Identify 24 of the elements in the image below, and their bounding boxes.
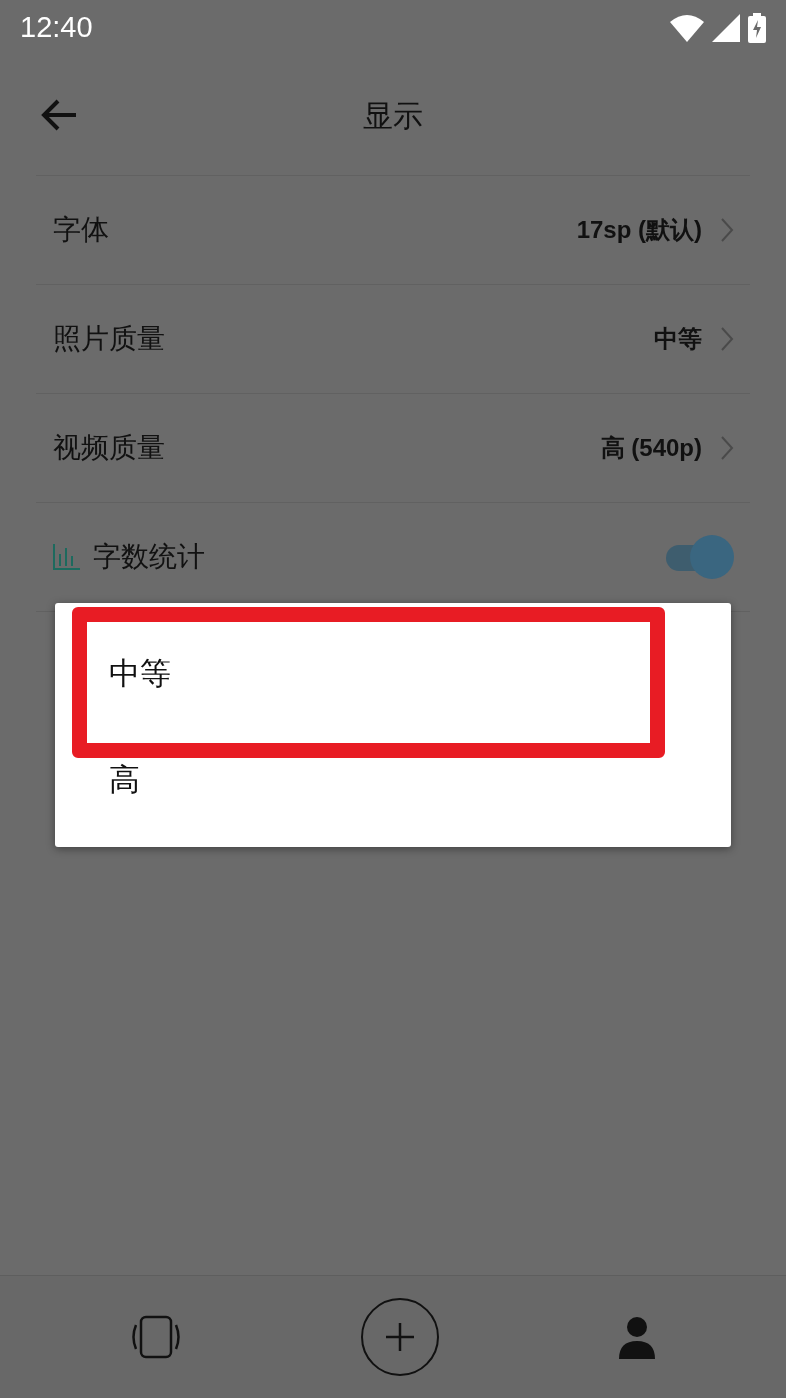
menu-item[interactable]: 中等 [55, 620, 731, 726]
menu-item[interactable]: 高 [55, 726, 731, 832]
setting-label: 字体 [53, 212, 109, 248]
chevron-icon [720, 326, 734, 352]
signal-icon [712, 13, 740, 42]
add-button[interactable] [360, 1297, 440, 1377]
setting-label: 字数统计 [93, 539, 205, 575]
chevron-icon [720, 217, 734, 243]
settings-row[interactable]: 视频质量 高 (540p) [36, 394, 750, 503]
chevron-icon [720, 435, 734, 461]
settings-row[interactable]: 字体 17sp (默认) [36, 176, 750, 285]
setting-label: 照片质量 [53, 321, 165, 357]
setting-value: 高 (540p) [600, 433, 702, 463]
setting-value: 中等 [654, 324, 702, 354]
setting-label: 视频质量 [53, 430, 165, 466]
bar-chart-icon [53, 544, 81, 570]
back-button[interactable] [40, 98, 78, 132]
clock: 12:40 [20, 9, 93, 45]
settings-row[interactable]: 照片质量 中等 [36, 285, 750, 394]
battery-icon [748, 12, 766, 43]
setting-value: 17sp (默认) [576, 215, 702, 245]
wifi-icon [670, 13, 704, 42]
person-icon[interactable] [617, 1315, 658, 1359]
page-title: 显示 [363, 97, 423, 133]
